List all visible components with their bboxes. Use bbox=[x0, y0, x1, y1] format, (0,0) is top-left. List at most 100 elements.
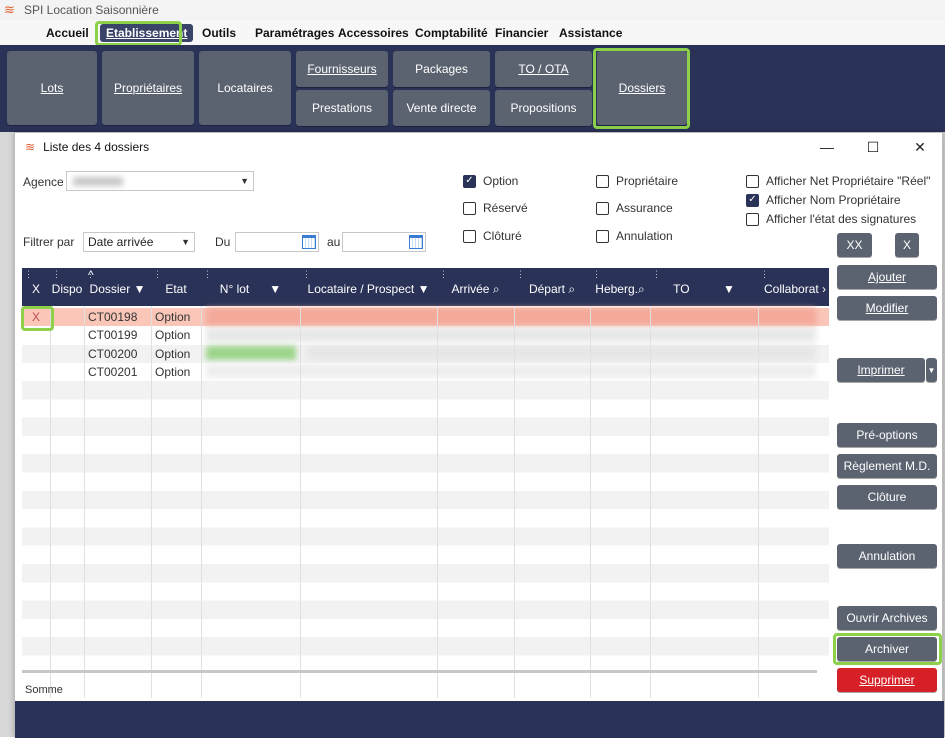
ouvrir-archives-button[interactable]: Ouvrir Archives bbox=[837, 606, 937, 630]
ribbon-prestations-button[interactable]: Prestations bbox=[296, 90, 388, 126]
row-redacted-content bbox=[206, 328, 816, 342]
col-arrivee-label: Arrivée bbox=[451, 282, 490, 296]
ribbon-propositions-button[interactable]: Propositions bbox=[495, 90, 592, 126]
imprimer-button[interactable]: Imprimer bbox=[837, 358, 925, 382]
checkbox-checked-icon: ✓ bbox=[746, 193, 759, 207]
column-drag-icon: ⋮ bbox=[760, 269, 769, 279]
ribbon: Lots Propriétaires Locataires Fournisseu… bbox=[0, 45, 945, 132]
col-to[interactable]: ⋮ TO ▼ bbox=[650, 268, 758, 306]
ribbon-propositions-label: Propositions bbox=[510, 101, 577, 115]
ajouter-button[interactable]: Ajouter bbox=[837, 265, 937, 289]
maximize-icon[interactable]: ☐ bbox=[858, 137, 888, 157]
col-etat[interactable]: ⋮ Etat bbox=[151, 268, 201, 306]
calendar-icon[interactable] bbox=[302, 235, 316, 249]
reserve-checkbox[interactable]: Réservé bbox=[463, 201, 528, 215]
agence-select[interactable]: ▼ bbox=[66, 171, 254, 191]
nom-proprio-checkbox[interactable]: ✓ Afficher Nom Propriétaire bbox=[746, 193, 901, 207]
row-dossier-cell: CT00199 bbox=[88, 328, 138, 343]
imprimer-dropdown-button[interactable]: ▼ bbox=[926, 358, 937, 382]
net-proprio-checkbox[interactable]: Afficher Net Propriétaire "Réel" bbox=[746, 174, 930, 188]
menu-assistance[interactable]: Assistance bbox=[557, 24, 624, 42]
dossiers-window: ≋ Liste des 4 dossiers — ☐ ✕ Agence ▼ Fi… bbox=[14, 132, 944, 738]
menu-financier[interactable]: Financier bbox=[493, 24, 550, 42]
option-label: Option bbox=[483, 174, 519, 188]
option-checkbox[interactable]: ✓ Option bbox=[463, 174, 518, 188]
xx-button[interactable]: XX bbox=[837, 233, 872, 257]
col-x[interactable]: ⋮ X bbox=[22, 268, 50, 306]
col-to-label: TO bbox=[673, 282, 690, 296]
col-depart-label: Départ bbox=[528, 282, 565, 296]
close-icon[interactable]: ✕ bbox=[905, 137, 935, 157]
window-title: Liste des 4 dossiers bbox=[43, 140, 150, 154]
ribbon-fournisseurs-button[interactable]: Fournisseurs bbox=[296, 51, 388, 87]
filter-icon[interactable]: ▼ bbox=[269, 282, 281, 296]
col-depart[interactable]: ⋮ Départ ⌕ bbox=[514, 268, 590, 306]
reserve-label: Réservé bbox=[483, 201, 528, 215]
column-drag-icon: ⋮ bbox=[153, 269, 162, 279]
menu-comptabilite[interactable]: Comptabilité bbox=[413, 24, 490, 42]
col-x-label: X bbox=[31, 282, 40, 296]
cloture-label: Clôturé bbox=[483, 229, 522, 243]
filter-icon[interactable]: ▼ bbox=[418, 282, 430, 296]
ribbon-to-ota-button[interactable]: TO / OTA bbox=[495, 51, 592, 87]
x-button[interactable]: X bbox=[895, 233, 919, 257]
row-x-cell[interactable]: X bbox=[22, 308, 50, 326]
col-locataire[interactable]: ⋮ Locataire / Prospect ▼ bbox=[300, 268, 437, 306]
filter-icon[interactable]: ▼ bbox=[723, 282, 735, 296]
assurance-checkbox[interactable]: Assurance bbox=[596, 201, 673, 215]
minimize-icon[interactable]: — bbox=[812, 137, 842, 157]
col-dispo[interactable]: ⋮ Dispo bbox=[50, 268, 84, 306]
horizontal-scrollbar[interactable] bbox=[22, 670, 817, 673]
col-divider bbox=[50, 306, 51, 698]
column-drag-icon: ⋮ bbox=[302, 269, 311, 279]
pre-options-button[interactable]: Pré-options bbox=[837, 423, 937, 447]
annulation-checkbox[interactable]: Annulation bbox=[596, 229, 673, 243]
ribbon-proprietaires-button[interactable]: Propriétaires bbox=[102, 51, 194, 125]
column-drag-icon: ⋮ bbox=[592, 269, 601, 279]
menu-outils[interactable]: Outils bbox=[200, 24, 238, 42]
chevron-right-icon[interactable]: › bbox=[822, 282, 826, 296]
reglement-md-button[interactable]: Règlement M.D. bbox=[837, 454, 937, 478]
annulation-label: Annulation bbox=[616, 229, 673, 243]
annulation-button[interactable]: Annulation bbox=[837, 544, 937, 568]
calendar-icon[interactable] bbox=[409, 235, 423, 249]
col-divider bbox=[84, 306, 85, 698]
menu-etablissement[interactable]: Etablissement bbox=[100, 24, 194, 42]
col-nlot[interactable]: ⋮ N° lot ▼ bbox=[201, 268, 300, 306]
modifier-button[interactable]: Modifier bbox=[837, 296, 937, 320]
filtrer-par-select[interactable]: Date arrivée ▼ bbox=[83, 232, 195, 252]
window-bottom-bar bbox=[15, 701, 944, 738]
menu-accessoires[interactable]: Accessoires bbox=[336, 24, 411, 42]
col-arrivee[interactable]: ⋮ Arrivée ⌕ bbox=[437, 268, 514, 306]
ribbon-locataires-label: Locataires bbox=[217, 81, 273, 95]
proprietaire-checkbox[interactable]: Propriétaire bbox=[596, 174, 678, 188]
search-icon[interactable]: ⌕ bbox=[638, 282, 645, 296]
ribbon-packages-button[interactable]: Packages bbox=[393, 51, 490, 87]
modifier-label: Modifier bbox=[865, 301, 909, 315]
xx-label: XX bbox=[846, 238, 863, 252]
supprimer-button[interactable]: Supprimer bbox=[837, 668, 937, 692]
search-icon[interactable]: ⌕ bbox=[493, 282, 500, 296]
archiver-button[interactable]: Archiver bbox=[837, 637, 937, 661]
cloture-button[interactable]: Clôture bbox=[837, 485, 937, 509]
ribbon-locataires-button[interactable]: Locataires bbox=[199, 51, 291, 125]
ribbon-lots-button[interactable]: Lots bbox=[7, 51, 97, 125]
du-date-input[interactable] bbox=[235, 232, 319, 252]
checkbox-icon bbox=[596, 201, 609, 215]
au-date-input[interactable] bbox=[342, 232, 426, 252]
ribbon-vente-directe-button[interactable]: Vente directe bbox=[393, 90, 490, 126]
checkbox-icon bbox=[596, 229, 609, 243]
search-icon[interactable]: ⌕ bbox=[568, 282, 575, 296]
col-heberg[interactable]: ⋮ Heberg.⌕ bbox=[590, 268, 650, 306]
col-dossier[interactable]: ⋮ ^ Dossier ▼ bbox=[84, 268, 151, 306]
net-proprio-label: Afficher Net Propriétaire "Réel" bbox=[766, 174, 931, 188]
ribbon-dossiers-button[interactable]: Dossiers bbox=[597, 51, 687, 125]
row-etat-cell: Option bbox=[155, 364, 191, 379]
menu-accueil[interactable]: Accueil bbox=[44, 24, 91, 42]
filter-icon[interactable]: ▼ bbox=[134, 282, 146, 296]
pre-options-label: Pré-options bbox=[856, 428, 918, 442]
cloture-checkbox[interactable]: Clôturé bbox=[463, 229, 522, 243]
menu-parametrages[interactable]: Paramétrages bbox=[253, 24, 336, 42]
etat-signatures-checkbox[interactable]: Afficher l'état des signatures bbox=[746, 212, 916, 226]
col-collaborateur[interactable]: ⋮ Collaborat › bbox=[758, 268, 829, 306]
